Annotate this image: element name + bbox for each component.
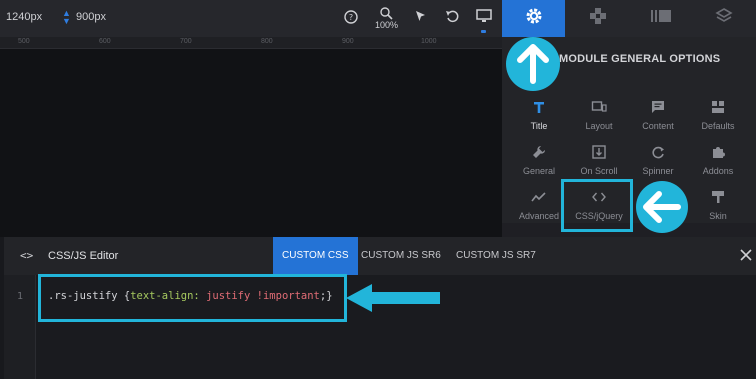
editor-title: CSS/JS Editor: [48, 250, 119, 262]
option-label: On Scroll: [580, 166, 618, 176]
option-layout[interactable]: Layout: [569, 100, 629, 131]
option-label: Layout: [585, 121, 613, 131]
editor-header: <> CSS/JS Editor CUSTOM CSS CUSTOM JS SR…: [4, 237, 756, 275]
option-label: General: [522, 166, 556, 176]
option-on-scroll[interactable]: On Scroll: [569, 145, 629, 176]
tab-custom-js-sr7[interactable]: CUSTOM JS SR7: [447, 237, 545, 275]
content-icon: [628, 100, 688, 116]
panel-title: MODULE GENERAL OPTIONS: [559, 53, 721, 65]
pointer-icon[interactable]: [412, 8, 432, 28]
option-advanced[interactable]: Advanced: [509, 190, 569, 221]
option-addons[interactable]: Addons: [688, 145, 748, 176]
option-label: Advanced: [518, 211, 560, 221]
line-number: 1: [17, 291, 24, 302]
horizontal-ruler: 500 600 700 800 900 1000: [0, 37, 502, 49]
ruler-tick: 800: [261, 38, 273, 45]
height-value[interactable]: 900px: [76, 11, 106, 23]
option-label: Title: [530, 121, 548, 131]
close-icon[interactable]: [738, 247, 754, 263]
css-jquery-highlight: [561, 179, 633, 232]
option-spinner[interactable]: Spinner: [628, 145, 688, 176]
ruler-tick: 1000: [421, 38, 437, 45]
tab-layers[interactable]: [692, 0, 755, 37]
annotation-arrow-up-icon: [506, 37, 560, 91]
option-title[interactable]: Title: [509, 100, 569, 131]
top-toolbar: 1240px ▲ ▼ 900px ? 100%: [0, 0, 756, 37]
addons-icon: [688, 145, 748, 161]
option-label: Spinner: [642, 166, 674, 176]
wrench-icon: [509, 145, 569, 161]
annotation-arrow-left-icon: [636, 181, 688, 233]
link-dimensions-icon[interactable]: ▲ ▼: [62, 9, 71, 26]
tab-custom-css[interactable]: CUSTOM CSS: [273, 237, 358, 275]
ruler-tick: 700: [180, 38, 192, 45]
option-content[interactable]: Content: [628, 100, 688, 131]
gallery-icon: [650, 8, 672, 29]
ruler-tick: 500: [18, 38, 30, 45]
gear-icon: [524, 6, 544, 31]
help-icon[interactable]: ?: [342, 8, 362, 28]
code-highlight: [38, 274, 347, 322]
on-scroll-icon: [569, 145, 629, 161]
tab-modules[interactable]: [566, 0, 629, 37]
width-value[interactable]: 1240px: [6, 11, 42, 23]
svg-text:?: ?: [349, 13, 353, 22]
zoom-level: 100%: [375, 20, 399, 30]
defaults-icon: [688, 100, 748, 116]
layers-icon: [714, 6, 734, 31]
layout-icon: [569, 100, 629, 116]
tab-custom-js-sr6[interactable]: CUSTOM JS SR6: [352, 237, 450, 275]
spinner-icon: [628, 145, 688, 161]
desktop-icon[interactable]: [475, 8, 495, 28]
undo-icon[interactable]: [444, 8, 464, 28]
option-defaults[interactable]: Defaults: [688, 100, 748, 131]
tab-media[interactable]: [629, 0, 692, 37]
option-label: Content: [642, 121, 674, 131]
option-label: Addons: [702, 166, 734, 176]
option-skin[interactable]: Skin: [688, 190, 748, 221]
ruler-tick: 900: [342, 38, 354, 45]
tab-settings[interactable]: [502, 0, 565, 37]
puzzle-icon: [588, 6, 608, 31]
ruler-tick: 600: [99, 38, 111, 45]
skin-icon: [688, 190, 748, 206]
option-label: Defaults: [701, 121, 735, 131]
advanced-icon: [509, 190, 569, 206]
annotation-arrow-left-icon: [346, 283, 440, 313]
app-root: 1240px ▲ ▼ 900px ? 100% 500 600 700 800 …: [0, 0, 756, 379]
option-general[interactable]: General: [509, 145, 569, 176]
device-indicator: [481, 30, 486, 33]
title-icon: [509, 100, 569, 116]
slide-canvas[interactable]: [0, 49, 502, 237]
option-label: Skin: [709, 211, 727, 221]
code-icon: <>: [20, 249, 34, 262]
